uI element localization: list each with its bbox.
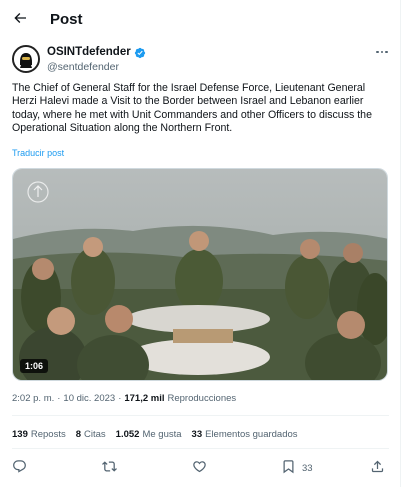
action-bar: 33 <box>0 459 401 479</box>
divider <box>12 415 389 416</box>
post-time[interactable]: 2:02 p. m. <box>12 393 54 404</box>
meta-separator: · <box>57 393 61 404</box>
share-button[interactable] <box>370 459 385 477</box>
reposts-stat[interactable]: 139 Reposts <box>12 429 66 440</box>
quotes-stat[interactable]: 8 Citas <box>76 429 106 440</box>
back-button[interactable] <box>8 8 32 32</box>
post-page: Post OSINTdefender @sentdefender The Chi… <box>0 0 401 487</box>
tweet-text: The Chief of General Staff for the Israe… <box>12 82 372 134</box>
arrow-left-icon <box>12 10 28 31</box>
like-icon <box>192 459 207 477</box>
quotes-count: 8 <box>75 429 82 440</box>
meta-separator: · <box>118 393 122 404</box>
avatar[interactable] <box>12 45 40 73</box>
idf-logo-icon <box>27 181 49 203</box>
author-name[interactable]: OSINTdefender <box>47 46 131 58</box>
bookmark-count: 33 <box>302 462 313 474</box>
author-name-row: OSINTdefender <box>47 46 146 59</box>
page-title: Post <box>50 11 83 28</box>
divider <box>12 448 389 449</box>
video-duration: 1:06 <box>20 359 49 373</box>
verified-badge-icon <box>134 46 146 59</box>
bookmarks-count: 33 <box>191 429 203 440</box>
bookmark-button[interactable]: 33 <box>281 459 313 477</box>
reposts-label: Reposts <box>30 429 66 440</box>
repost-button[interactable] <box>102 459 117 477</box>
bookmarks-stat[interactable]: 33 Elementos guardados <box>192 429 298 440</box>
reposts-count: 139 <box>12 429 28 440</box>
share-icon <box>370 459 385 477</box>
reply-icon <box>12 459 27 477</box>
bookmarks-label: Elementos guardados <box>205 429 298 440</box>
header: Post <box>0 0 401 40</box>
post-meta: 2:02 p. m. · 10 dic. 2023 · 171,2 mil Re… <box>12 393 236 404</box>
bookmark-icon <box>281 459 296 477</box>
video-player[interactable]: 1:06 <box>12 168 388 381</box>
repost-icon <box>102 459 117 477</box>
quotes-label: Citas <box>84 429 106 440</box>
translate-link[interactable]: Traducir post <box>12 148 64 158</box>
reply-button[interactable] <box>12 459 27 477</box>
author-handle[interactable]: @sentdefender <box>47 61 119 73</box>
more-icon[interactable] <box>372 44 392 60</box>
likes-stat[interactable]: 1.052 Me gusta <box>116 429 182 440</box>
post-stats: 139 Reposts 8 Citas 1.052 Me gusta 33 Elemen… <box>12 429 298 440</box>
likes-label: Me gusta <box>142 429 182 440</box>
likes-count: 1.052 <box>115 429 140 440</box>
like-button[interactable] <box>192 459 207 477</box>
views-label: Reproducciones <box>167 393 237 404</box>
post-date[interactable]: 10 dic. 2023 <box>63 393 115 404</box>
views-count: 171,2 mil <box>124 393 165 404</box>
